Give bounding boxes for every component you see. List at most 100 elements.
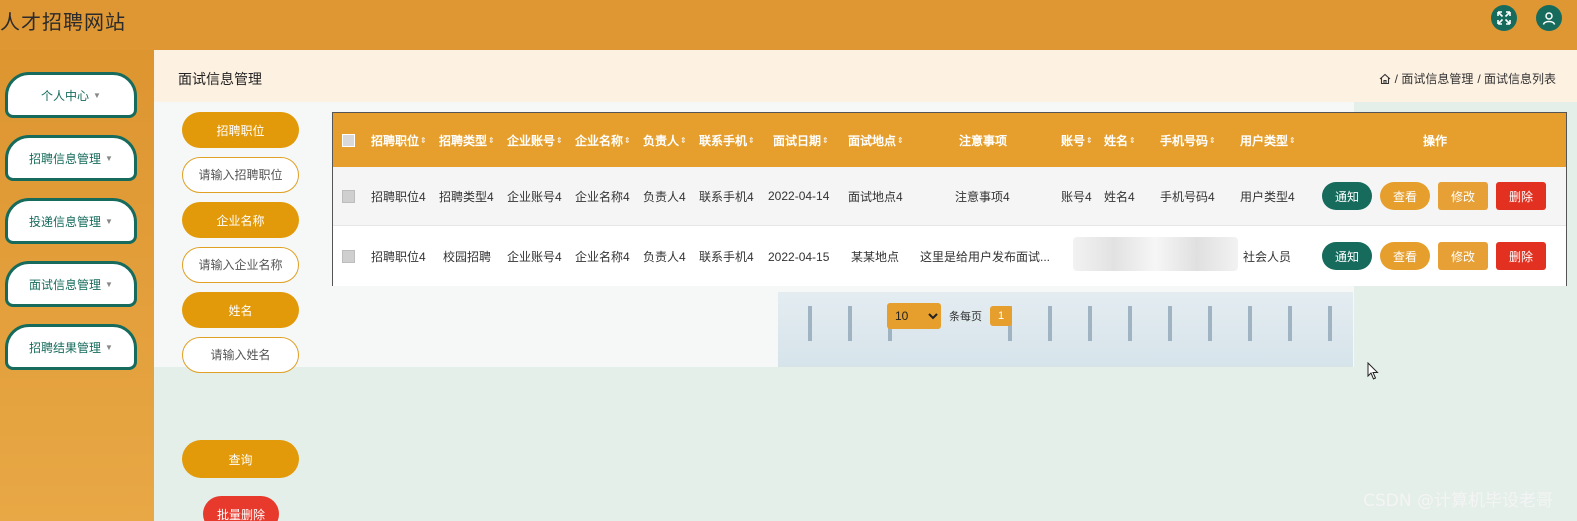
name-label: 姓名 (182, 292, 299, 328)
sidebar-item-label: 面试信息管理 (29, 277, 102, 292)
cell-company-name: 企业名称4 (575, 189, 630, 204)
column-header-user-type[interactable]: 用户类型 ⇕ (1240, 113, 1296, 167)
batch-delete-button[interactable]: 批量删除 (203, 496, 279, 521)
sidebar-item-personal-center[interactable]: 个人中心 ▼ (5, 72, 137, 118)
company-input[interactable] (182, 247, 299, 283)
breadcrumb-item[interactable]: / 面试信息管理 (1395, 70, 1474, 87)
notify-button[interactable]: 通知 (1322, 182, 1372, 210)
background-decoration (1328, 306, 1332, 341)
cell-owner: 负责人4 (643, 189, 686, 204)
delete-button[interactable]: 删除 (1496, 242, 1546, 270)
column-header-phone[interactable]: 联系手机 ⇕ (699, 113, 755, 167)
sidebar-item-label: 投递信息管理 (29, 214, 102, 229)
cell-owner: 负责人4 (643, 250, 686, 264)
user-icon[interactable] (1536, 5, 1562, 31)
background-decoration (808, 306, 812, 341)
site-title: 人才招聘网站 (0, 10, 126, 34)
page-number-button[interactable]: 1 (990, 306, 1012, 326)
cell-account: 账号4 (1061, 189, 1092, 204)
sort-icon: ⇕ (680, 135, 687, 145)
sort-icon: ⇕ (748, 135, 755, 145)
cell-type: 校园招聘 (443, 250, 492, 264)
edit-button[interactable]: 修改 (1438, 242, 1488, 270)
sort-icon: ⇕ (1129, 135, 1136, 145)
sidebar-item-label: 个人中心 (41, 88, 90, 103)
position-label: 招聘职位 (182, 112, 299, 148)
per-page-label: 条每页 (949, 311, 982, 323)
sidebar-item-label: 招聘结果管理 (29, 340, 102, 355)
sidebar-item-application-info[interactable]: 投递信息管理 ▼ (5, 198, 137, 244)
name-input[interactable] (182, 337, 299, 373)
edit-button[interactable]: 修改 (1438, 182, 1488, 210)
column-header-company-account[interactable]: 企业账号 ⇕ (507, 113, 563, 167)
mouse-cursor-icon (1367, 362, 1379, 380)
cell-phone: 联系手机4 (699, 250, 754, 264)
column-header-account[interactable]: 账号 ⇕ (1061, 113, 1093, 167)
column-header-position[interactable]: 招聘职位 ⇕ (371, 113, 427, 167)
cell-user-type: 社会人员 (1243, 250, 1292, 264)
view-button[interactable]: 查看 (1380, 182, 1430, 210)
query-button[interactable]: 查询 (182, 440, 299, 478)
home-icon[interactable] (1379, 73, 1391, 85)
column-header-owner[interactable]: 负责人 ⇕ (643, 113, 687, 167)
cell-position: 招聘职位4 (371, 250, 426, 264)
table-row[interactable]: 招聘职位4 招聘类型4 企业账号4 企业名称4 负责人4 联系手机4 2022-… (333, 167, 1566, 226)
cell-company-name: 企业名称4 (575, 250, 630, 264)
background-decoration (1128, 306, 1132, 341)
sort-icon: ⇕ (624, 135, 631, 145)
background-decoration (1248, 306, 1252, 341)
caret-down-icon: ▼ (105, 342, 113, 352)
sort-icon: ⇕ (420, 135, 427, 145)
sidebar: 个人中心 ▼ 招聘信息管理 ▼ 投递信息管理 ▼ 面试信息管理 ▼ 招聘结果管理 ▼ (0, 50, 154, 521)
view-button[interactable]: 查看 (1380, 242, 1430, 270)
watermark: CSDN @计算机毕设老哥 (1363, 491, 1553, 511)
cell-type: 招聘类型4 (439, 189, 494, 204)
fullscreen-icon[interactable] (1491, 5, 1517, 31)
caret-down-icon: ▼ (93, 90, 101, 100)
blurred-redaction (1073, 237, 1238, 271)
sidebar-item-interview-info[interactable]: 面试信息管理 ▼ (5, 261, 137, 307)
breadcrumb: / 面试信息管理 / 面试信息列表 (1379, 70, 1556, 87)
sort-icon: ⇕ (556, 135, 563, 145)
table-row[interactable]: 招聘职位4 校园招聘 企业账号4 企业名称4 负责人4 联系手机4 2022-0… (333, 227, 1566, 286)
column-header-name[interactable]: 姓名 ⇕ (1104, 113, 1136, 167)
top-bar: 人才招聘网站 (0, 0, 1577, 50)
delete-button[interactable]: 删除 (1496, 182, 1546, 210)
column-header-notes: 注意事项 (959, 133, 1008, 148)
background-illustration (778, 292, 1353, 367)
column-header-type[interactable]: 招聘类型 ⇕ (439, 113, 495, 167)
cell-company-account: 企业账号4 (507, 189, 562, 204)
row-checkbox[interactable] (342, 167, 355, 225)
cell-user-type: 用户类型4 (1240, 189, 1295, 204)
cell-notes: 注意事项4 (955, 189, 1010, 204)
background-decoration (1208, 306, 1212, 341)
background-decoration (848, 306, 852, 341)
cell-notes: 这里是给用户发布面试... (920, 250, 1051, 264)
background-decoration (1168, 306, 1172, 341)
notify-button[interactable]: 通知 (1322, 242, 1372, 270)
column-header-mobile[interactable]: 手机号码 ⇕ (1160, 113, 1216, 167)
page-title: 面试信息管理 (178, 71, 262, 87)
column-header-company-name[interactable]: 企业名称 ⇕ (575, 113, 631, 167)
sidebar-item-label: 招聘信息管理 (29, 151, 102, 166)
sidebar-item-recruitment-result[interactable]: 招聘结果管理 ▼ (5, 324, 137, 370)
row-checkbox[interactable] (342, 227, 355, 286)
company-label: 企业名称 (182, 202, 299, 238)
sort-icon: ⇕ (1209, 135, 1216, 145)
cell-mobile: 手机号码4 (1160, 189, 1215, 204)
position-input[interactable] (182, 157, 299, 193)
page-size-select[interactable]: 10 (887, 303, 941, 329)
cell-phone: 联系手机4 (699, 189, 754, 204)
select-all-checkbox[interactable] (342, 113, 355, 167)
breadcrumb-bar: 面试信息管理 / 面试信息管理 / 面试信息列表 (154, 50, 1577, 102)
column-header-place[interactable]: 面试地点 ⇕ (848, 113, 904, 167)
sort-icon: ⇕ (822, 135, 829, 145)
sidebar-item-recruitment-info[interactable]: 招聘信息管理 ▼ (5, 135, 137, 181)
sort-icon: ⇕ (488, 135, 495, 145)
cell-place: 面试地点4 (848, 189, 903, 204)
main-content: 面试信息管理 / 面试信息管理 / 面试信息列表 招聘职位 企业名称 姓名 查询… (154, 50, 1577, 521)
cell-name: 姓名4 (1104, 189, 1135, 204)
column-header-actions: 操作 (1423, 133, 1448, 148)
column-header-date[interactable]: 面试日期 ⇕ (773, 113, 829, 167)
sort-icon: ⇕ (897, 135, 904, 145)
